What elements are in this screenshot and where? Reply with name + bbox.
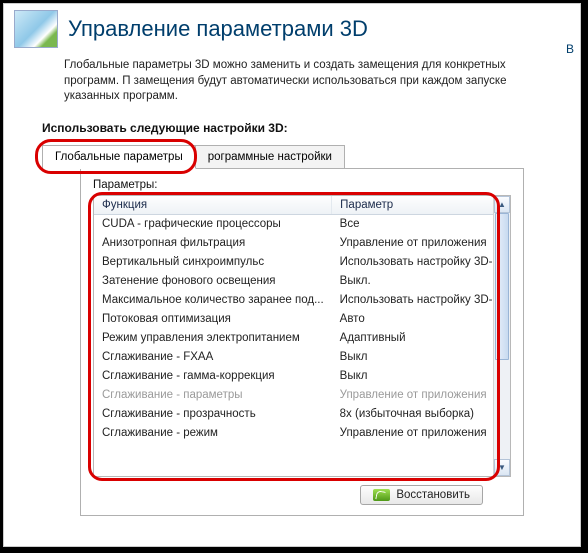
nvidia-logo-icon bbox=[373, 489, 390, 501]
settings-panel: Параметры: Функция Параметр CUDA - г bbox=[80, 168, 524, 516]
table-row[interactable]: Сглаживание - FXAAВыкл bbox=[94, 348, 493, 367]
restore-button[interactable]: Восстановить bbox=[360, 485, 483, 505]
header-corner-text: В bbox=[566, 42, 574, 56]
table-row[interactable]: Анизотропная фильтрацияУправление от при… bbox=[94, 234, 493, 253]
cell-parameter: Использовать настройку 3D-приложения bbox=[332, 291, 493, 310]
cell-function: Сглаживание - параметры bbox=[94, 386, 332, 405]
section-subtitle: Использовать следующие настройки 3D: bbox=[4, 111, 580, 141]
table-row[interactable]: Сглаживание - параметрыУправление от при… bbox=[94, 386, 493, 405]
cell-function: Сглаживание - FXAA bbox=[94, 348, 332, 367]
restore-button-label: Восстановить bbox=[396, 489, 470, 501]
nvidia-3d-icon bbox=[14, 10, 58, 48]
table-row[interactable]: Вертикальный синхроимпульсИспользовать н… bbox=[94, 253, 493, 272]
table-row[interactable]: Сглаживание - режимУправление от приложе… bbox=[94, 424, 493, 443]
table-row[interactable]: Потоковая оптимизацияАвто bbox=[94, 310, 493, 329]
cell-parameter: Все bbox=[332, 214, 493, 234]
tab-program-settings[interactable]: рограммные настройки bbox=[195, 145, 345, 168]
cell-function: Затенение фонового освещения bbox=[94, 272, 332, 291]
cell-parameter: Выкл bbox=[332, 367, 493, 386]
scroll-down-button[interactable]: ▼ bbox=[494, 459, 510, 476]
scroll-track[interactable] bbox=[494, 213, 510, 459]
cell-parameter: Авто bbox=[332, 310, 493, 329]
vertical-scrollbar[interactable]: ▲ ▼ bbox=[493, 196, 510, 476]
cell-function: Сглаживание - гамма-коррекция bbox=[94, 367, 332, 386]
scroll-up-button[interactable]: ▲ bbox=[494, 196, 510, 213]
cell-parameter: 8x (избыточная выборка) bbox=[332, 405, 493, 424]
settings-table: Функция Параметр CUDA - графические проц… bbox=[93, 195, 511, 477]
table-row[interactable]: Затенение фонового освещенияВыкл. bbox=[94, 272, 493, 291]
column-header-parameter[interactable]: Параметр bbox=[332, 196, 493, 215]
header: Управление параметрами 3D bbox=[4, 4, 580, 50]
table-row[interactable]: Максимальное количество заранее под...Ис… bbox=[94, 291, 493, 310]
cell-parameter: Выкл bbox=[332, 348, 493, 367]
table-row[interactable]: Сглаживание - гамма-коррекцияВыкл bbox=[94, 367, 493, 386]
description-text: Глобальные параметры 3D можно заменить и… bbox=[4, 50, 580, 111]
table-row[interactable]: Режим управления электропитаниемАдаптивн… bbox=[94, 329, 493, 348]
table-row[interactable]: CUDA - графические процессорыВсе bbox=[94, 214, 493, 234]
settings-window: Управление параметрами 3D В Глобальные п… bbox=[3, 3, 581, 547]
table-row[interactable]: Сглаживание - прозрачность8x (избыточная… bbox=[94, 405, 493, 424]
cell-function: CUDA - графические процессоры bbox=[94, 214, 332, 234]
tabs-container: Глобальные параметры рограммные настройк… bbox=[42, 145, 552, 516]
cell-function: Вертикальный синхроимпульс bbox=[94, 253, 332, 272]
cell-function: Максимальное количество заранее под... bbox=[94, 291, 332, 310]
cell-parameter: Использовать настройку 3D-приложения bbox=[332, 253, 493, 272]
scroll-thumb[interactable] bbox=[495, 213, 509, 361]
cell-parameter: Выкл. bbox=[332, 272, 493, 291]
cell-function: Сглаживание - прозрачность bbox=[94, 405, 332, 424]
cell-parameter: Управление от приложения bbox=[332, 386, 493, 405]
cell-parameter: Адаптивный bbox=[332, 329, 493, 348]
cell-function: Сглаживание - режим bbox=[94, 424, 332, 443]
tab-global-params[interactable]: Глобальные параметры bbox=[42, 145, 196, 169]
column-header-function[interactable]: Функция bbox=[94, 196, 332, 215]
cell-function: Потоковая оптимизация bbox=[94, 310, 332, 329]
cell-function: Анизотропная фильтрация bbox=[94, 234, 332, 253]
cell-parameter: Управление от приложения bbox=[332, 424, 493, 443]
cell-parameter: Управление от приложения bbox=[332, 234, 493, 253]
page-title: Управление параметрами 3D bbox=[68, 16, 368, 42]
cell-function: Режим управления электропитанием bbox=[94, 329, 332, 348]
params-label: Параметры: bbox=[93, 179, 511, 191]
